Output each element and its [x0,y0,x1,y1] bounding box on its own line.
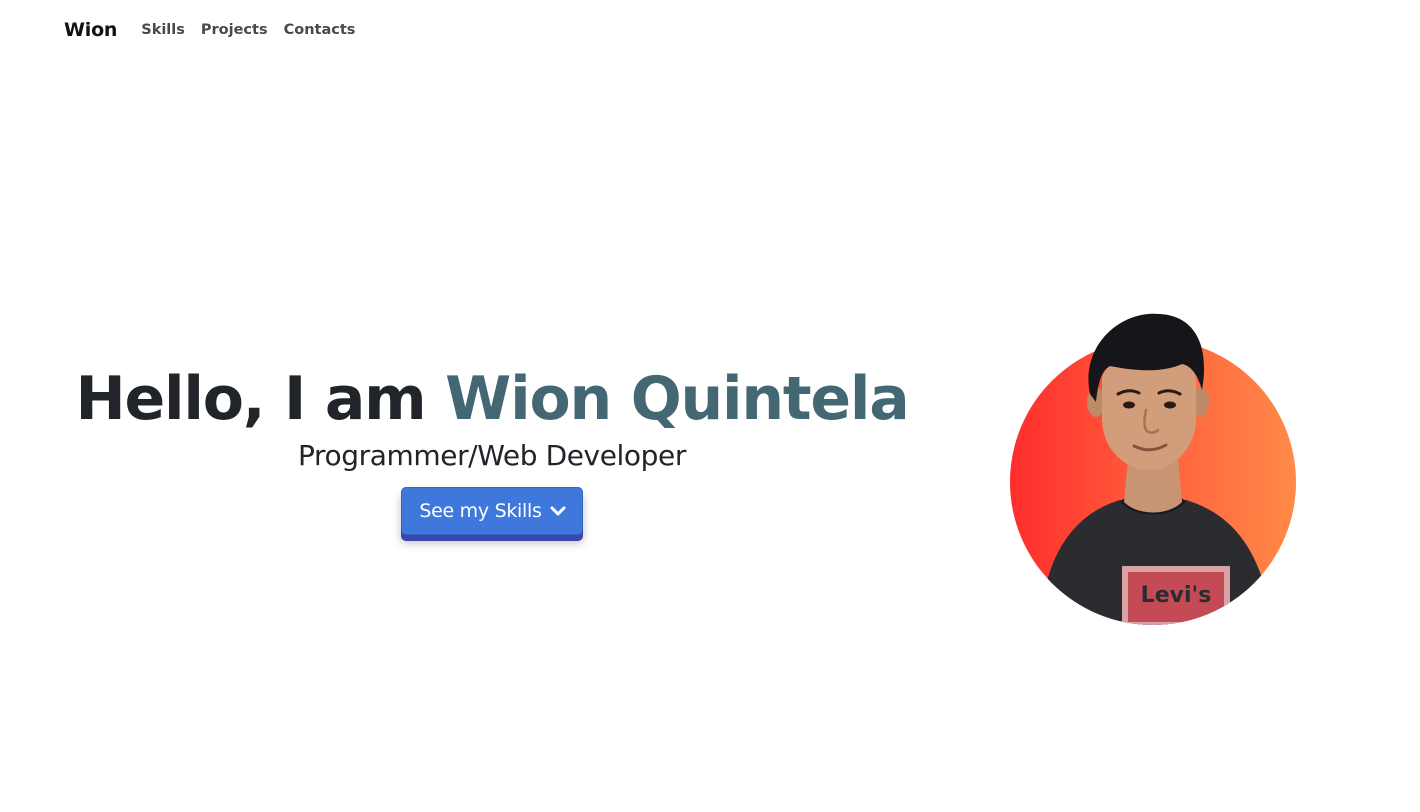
hero-name: Wion Quintela [445,364,910,434]
brand-logo[interactable]: Wion [64,19,117,41]
chevron-down-icon [550,506,566,516]
hero-title: Hello, I am Wion Quintela [60,356,924,442]
hero-section: Hello, I am Wion Quintela Programmer/Web… [60,356,924,535]
nav-link-projects[interactable]: Projects [201,22,268,38]
hero-subtitle: Programmer/Web Developer [298,439,686,472]
hero-greeting: Hello, I am [75,364,446,434]
nav-link-skills[interactable]: Skills [141,22,185,38]
shirt-logo-text: Levi's [1141,583,1212,608]
page: Wion Skills Projects Contacts Hello, I a… [0,0,1420,812]
navbar: Wion Skills Projects Contacts [64,14,371,46]
nav-link-contacts[interactable]: Contacts [284,22,356,38]
see-my-skills-button[interactable]: See my Skills [401,487,583,535]
profile-avatar: Levi's [1010,310,1296,626]
person-illustration: Levi's [1040,313,1272,625]
see-my-skills-label: See my Skills [419,500,542,522]
